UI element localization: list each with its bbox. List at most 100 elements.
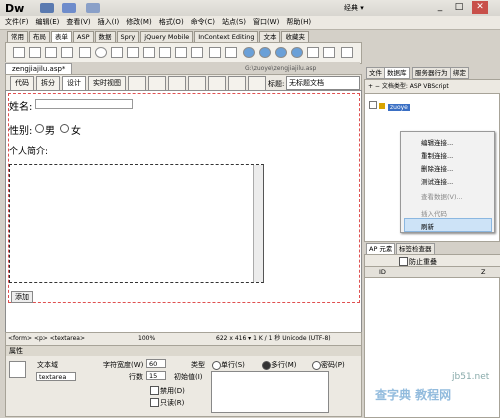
tab-common[interactable]: 常用 [7, 31, 28, 42]
tab-asp[interactable]: ASP [73, 31, 94, 42]
menu-insert[interactable]: 插入(I) [98, 16, 120, 29]
db-connection-item[interactable]: zuoye [369, 101, 410, 111]
intro-label: 个人简介: [9, 147, 49, 157]
readonly-checkbox[interactable] [150, 398, 159, 407]
radio-male[interactable] [35, 124, 44, 133]
extend-icon[interactable] [62, 3, 76, 13]
jump-menu-icon[interactable] [143, 47, 155, 58]
workspace-switcher[interactable]: 经典 ▾ [344, 3, 364, 13]
tab-favorites[interactable]: 收藏夹 [281, 31, 309, 42]
design-view-button[interactable]: 设计 [62, 76, 86, 91]
menu-site[interactable]: 站点(S) [222, 16, 246, 29]
init-value-input[interactable] [211, 371, 329, 413]
tab-files[interactable]: 文件 [366, 67, 385, 79]
title-input[interactable]: 无标题文档 [286, 76, 360, 90]
menu-commands[interactable]: 命令(C) [191, 16, 215, 29]
tab-bindings[interactable]: 绑定 [450, 67, 469, 79]
disabled-checkbox[interactable] [150, 386, 159, 395]
rows-input[interactable]: 15 [146, 371, 166, 380]
text-field-icon[interactable] [29, 47, 41, 58]
app-logo: Dw [5, 2, 25, 15]
menu-highlight [404, 218, 492, 232]
tab-forms[interactable]: 表单 [51, 31, 72, 42]
menu-file[interactable]: 文件(F) [5, 16, 29, 29]
file-field-icon[interactable] [175, 47, 187, 58]
radio-icon[interactable] [95, 47, 107, 58]
inspect-icon[interactable] [148, 76, 166, 91]
hidden-field-icon[interactable] [45, 47, 57, 58]
properties-panel: 文本域 textarea 字符宽度(W) 60 行数 15 类型 单行(S) 多… [5, 356, 362, 417]
menu-view-data[interactable]: 查看数据(V)... [421, 191, 463, 201]
menu-test-connection[interactable]: 测试连接... [421, 176, 453, 186]
menu-edit[interactable]: 编辑(E) [36, 16, 60, 29]
site-icon[interactable] [86, 3, 100, 13]
live-code-icon[interactable] [128, 76, 146, 91]
visual-aids-icon[interactable] [208, 76, 226, 91]
live-view-button[interactable]: 实时视图 [88, 76, 126, 91]
tab-jquery-mobile[interactable]: jQuery Mobile [140, 31, 194, 42]
maximize-icon[interactable]: □ [451, 1, 467, 14]
design-canvas[interactable]: 姓名: 性别: 男 女 个人简介: 添加 [5, 90, 362, 334]
checkbox-icon[interactable] [79, 47, 91, 58]
prevent-overlap-checkbox[interactable] [399, 257, 408, 266]
female-label: 女 [71, 126, 81, 137]
close-icon[interactable]: ✕ [472, 1, 488, 14]
menu-duplicate-connection[interactable]: 重制连接... [421, 150, 453, 160]
preview-icon[interactable] [168, 76, 186, 91]
menu-refresh[interactable]: 刷新 [421, 221, 434, 231]
label-icon[interactable] [209, 47, 221, 58]
init-value-label: 初始值(I) [174, 373, 203, 381]
split-view-button[interactable]: 拆分 [36, 76, 60, 91]
textarea-icon[interactable] [61, 47, 73, 58]
textfield-name-input[interactable]: textarea [36, 372, 76, 381]
menu-edit-connection[interactable]: 编辑连接... [421, 137, 453, 147]
list-menu-icon[interactable] [127, 47, 139, 58]
spry-textarea-icon[interactable] [259, 47, 271, 58]
tab-server-behaviors[interactable]: 服务器行为 [412, 67, 451, 79]
spry-select-icon[interactable] [291, 47, 303, 58]
menu-delete-connection[interactable]: 删除连接... [421, 163, 453, 173]
radio-password[interactable] [312, 361, 321, 370]
tab-data[interactable]: 数据 [94, 31, 116, 42]
browser-check-icon[interactable] [248, 76, 266, 91]
tab-databases[interactable]: 数据库 [384, 67, 410, 79]
validate-icon[interactable] [228, 76, 246, 91]
tab-incontext[interactable]: InContext Editing [194, 31, 259, 42]
spry-checkbox-icon[interactable] [275, 47, 287, 58]
right-panel-tabs: 文件 数据库 服务器行为 绑定 [364, 66, 500, 79]
layout-icon[interactable] [40, 3, 54, 13]
char-width-input[interactable]: 60 [146, 359, 166, 368]
refresh-icon[interactable] [188, 76, 206, 91]
tag-selector[interactable]: <form> <p> <textarea> [8, 333, 85, 345]
spry-radio-icon[interactable] [341, 47, 353, 58]
add-button[interactable]: 添加 [11, 291, 33, 303]
minimize-icon[interactable]: _ [432, 1, 448, 14]
menu-insert-code[interactable]: 插入代码 [421, 208, 447, 218]
tab-layout[interactable]: 布局 [29, 31, 50, 42]
menu-modify[interactable]: 修改(M) [126, 16, 152, 29]
menu-format[interactable]: 格式(O) [159, 16, 184, 29]
tab-text[interactable]: 文本 [259, 31, 281, 42]
menu-help[interactable]: 帮助(H) [286, 16, 311, 29]
name-input[interactable] [35, 99, 133, 109]
image-field-icon[interactable] [159, 47, 171, 58]
radio-single[interactable] [212, 361, 221, 370]
spry-confirm-icon[interactable] [323, 47, 335, 58]
code-view-button[interactable]: 代码 [10, 76, 34, 91]
menu-view[interactable]: 查看(V) [66, 16, 90, 29]
zoom-level[interactable]: 100% [138, 333, 155, 345]
spry-password-icon[interactable] [307, 47, 319, 58]
textarea-scrollbar[interactable] [253, 165, 263, 282]
intro-textarea[interactable] [9, 164, 264, 283]
fieldset-icon[interactable] [225, 47, 237, 58]
radio-female[interactable] [60, 124, 69, 133]
menu-window[interactable]: 窗口(W) [253, 16, 279, 29]
password-label: 密码(P) [321, 361, 345, 369]
spry-validation-icon[interactable] [243, 47, 255, 58]
tab-spry[interactable]: Spry [116, 31, 140, 42]
radio-group-icon[interactable] [111, 47, 123, 58]
radio-multi[interactable] [262, 361, 271, 370]
button-icon[interactable] [191, 47, 203, 58]
window-size: 622 x 416 ▾ 1 K / 1 秒 Unicode (UTF-8) [216, 335, 331, 342]
form-icon[interactable] [13, 47, 25, 58]
